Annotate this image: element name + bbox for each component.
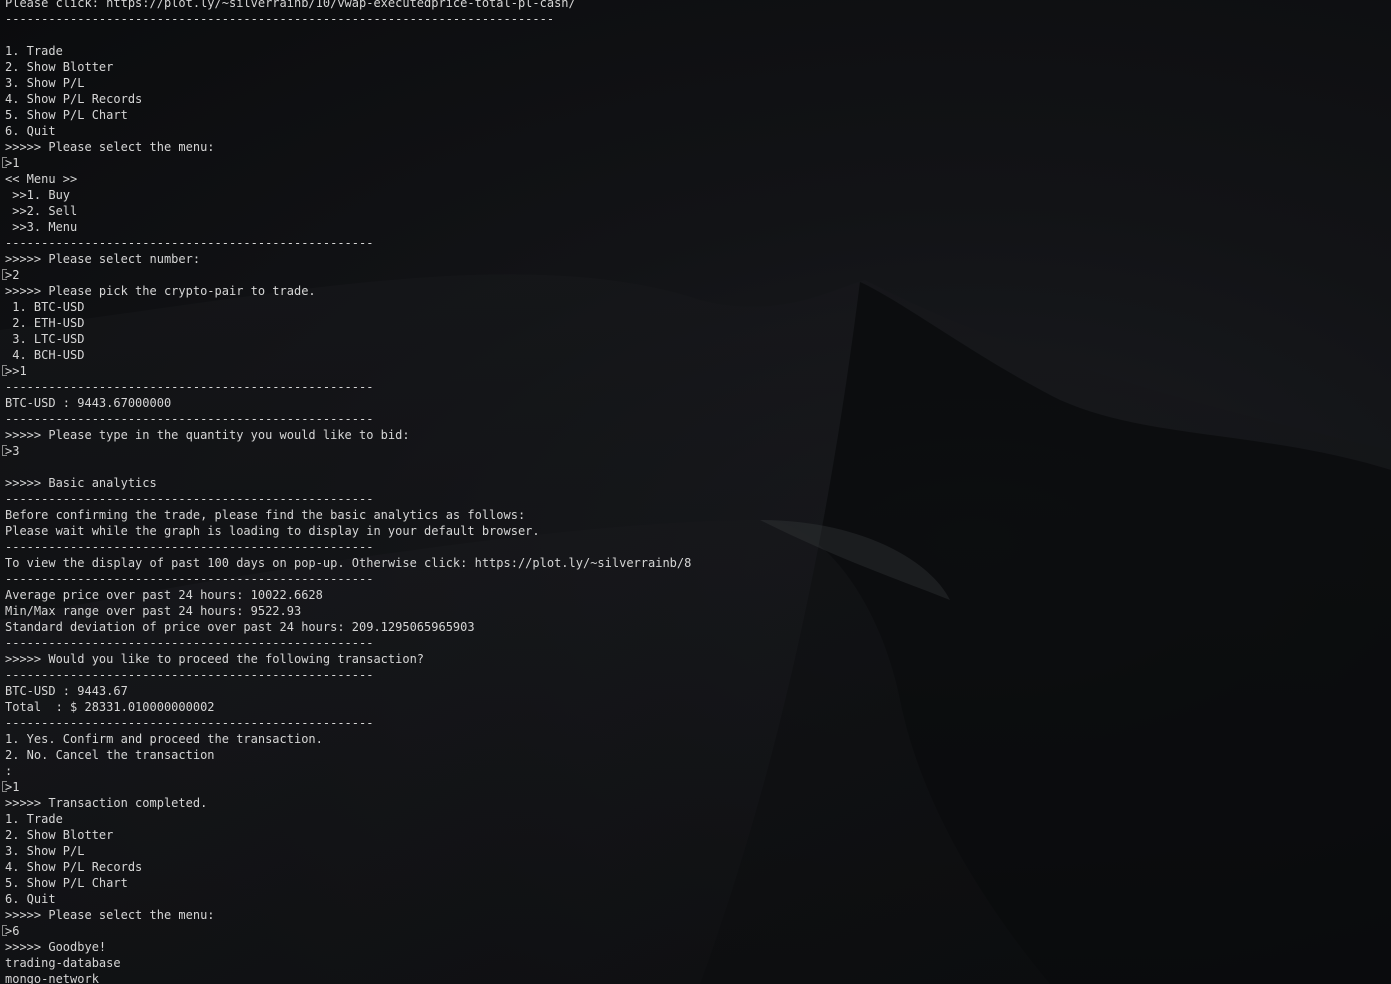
output-line: >>>>> Goodbye! xyxy=(5,940,107,954)
output-line: Please click: https://plot.ly/~silverrai… xyxy=(5,0,576,10)
output-line: 1. Trade xyxy=(5,812,63,826)
output-line: ----------------------------------------… xyxy=(5,12,555,26)
output-line: ----------------------------------------… xyxy=(5,636,374,650)
output-line: 2. No. Cancel the transaction xyxy=(5,748,215,762)
input-marker-icon xyxy=(2,925,7,936)
output-line: 3. Show P/L xyxy=(5,76,85,90)
output-line: 1. BTC-USD xyxy=(5,300,85,314)
terminal-output: Please click: https://plot.ly/~silverrai… xyxy=(2,0,692,984)
user-input-line: >1 xyxy=(2,779,691,795)
input-marker-icon xyxy=(2,781,7,792)
output-line: << Menu >> xyxy=(5,172,78,186)
user-input-line: >>1 xyxy=(2,363,691,379)
output-line: BTC-USD : 9443.67000000 xyxy=(5,396,172,410)
output-line: 6. Quit xyxy=(5,124,56,138)
output-line: Please wait while the graph is loading t… xyxy=(5,524,540,538)
output-line: >>>>> Basic analytics xyxy=(5,476,157,490)
output-line: >>>>> Please select the menu: xyxy=(5,908,215,922)
output-line: 2. Show Blotter xyxy=(5,828,114,842)
output-line: >>>>> Would you like to proceed the foll… xyxy=(5,652,425,666)
output-line: >>>>> Transaction completed. xyxy=(5,796,208,810)
output-line: 2. Show Blotter xyxy=(5,60,114,74)
output-line: 4. BCH-USD xyxy=(5,348,85,362)
output-line: To view the display of past 100 days on … xyxy=(5,556,692,570)
output-line: Standard deviation of price over past 24… xyxy=(5,620,475,634)
output-line: 3. LTC-USD xyxy=(5,332,85,346)
output-line: trading-database xyxy=(5,956,121,970)
input-marker-icon xyxy=(2,445,7,456)
output-line: 6. Quit xyxy=(5,892,56,906)
output-line: Average price over past 24 hours: 10022.… xyxy=(5,588,323,602)
output-line: 5. Show P/L Chart xyxy=(5,108,128,122)
user-input-line: >3 xyxy=(2,443,691,459)
output-line: ----------------------------------------… xyxy=(5,572,374,586)
output-line: >>>>> Please select the menu: xyxy=(5,140,215,154)
output-line: >>1. Buy xyxy=(5,188,71,202)
input-marker-icon xyxy=(2,365,7,376)
output-line: 1. Trade xyxy=(5,44,63,58)
output-line: ----------------------------------------… xyxy=(5,668,374,682)
output-line: >>2. Sell xyxy=(5,204,78,218)
output-line: >>>>> Please pick the crypto-pair to tra… xyxy=(5,284,316,298)
input-marker-icon xyxy=(2,157,7,168)
output-line: BTC-USD : 9443.67 xyxy=(5,684,128,698)
output-line: ----------------------------------------… xyxy=(5,236,374,250)
output-line: ----------------------------------------… xyxy=(5,716,374,730)
input-marker-icon xyxy=(2,269,7,280)
output-line: ----------------------------------------… xyxy=(5,380,374,394)
output-line: >>>>> Please select number: xyxy=(5,252,201,266)
output-line: 5. Show P/L Chart xyxy=(5,876,128,890)
user-input-line: >1 xyxy=(2,155,691,171)
terminal-window[interactable]: Please click: https://plot.ly/~silverrai… xyxy=(0,0,1391,984)
output-line: >>3. Menu xyxy=(5,220,78,234)
output-line: ----------------------------------------… xyxy=(5,540,374,554)
output-line: 1. Yes. Confirm and proceed the transact… xyxy=(5,732,323,746)
output-line: >>>>> Please type in the quantity you wo… xyxy=(5,428,410,442)
output-line: : xyxy=(5,764,13,778)
output-line: 4. Show P/L Records xyxy=(5,860,143,874)
output-line: 4. Show P/L Records xyxy=(5,92,143,106)
output-line: Min/Max range over past 24 hours: 9522.9… xyxy=(5,604,302,618)
output-line: Total : $ 28331.010000000002 xyxy=(5,700,215,714)
output-line: ----------------------------------------… xyxy=(5,412,374,426)
output-line: Before confirming the trade, please find… xyxy=(5,508,526,522)
user-input-line: >6 xyxy=(2,923,691,939)
output-line: ----------------------------------------… xyxy=(5,492,374,506)
user-input-line: >2 xyxy=(2,267,691,283)
output-line: mongo-network xyxy=(5,972,99,984)
output-line: 3. Show P/L xyxy=(5,844,85,858)
output-line: 2. ETH-USD xyxy=(5,316,85,330)
